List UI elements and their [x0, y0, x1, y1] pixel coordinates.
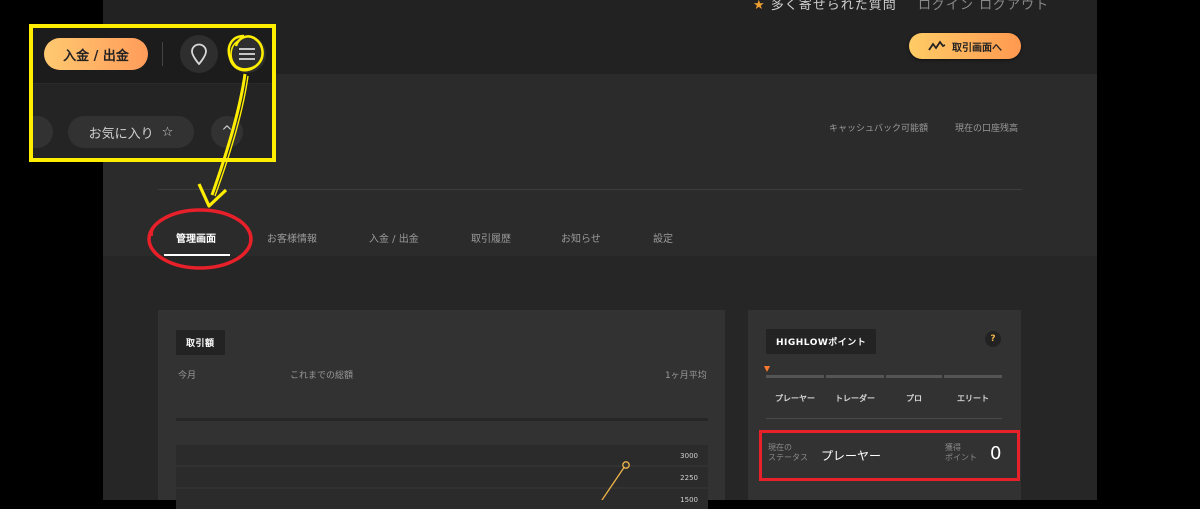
trade-chart-icon [928, 40, 946, 51]
location-pin-icon [191, 43, 207, 65]
hamburger-menu-button[interactable] [228, 35, 266, 73]
tab-settings[interactable]: 設定 [653, 230, 673, 245]
chevron-up-icon[interactable]: ^ [211, 116, 243, 148]
points-divider [766, 418, 1002, 419]
progress-marker [764, 366, 770, 372]
balance-label: 現在の口座残高 [955, 124, 1019, 134]
level-bar [826, 375, 884, 378]
notice-star-icon: ★ [753, 0, 766, 13]
header-separator [162, 42, 163, 66]
trade-screen-label: 取引画面へ [952, 42, 1002, 54]
divider [158, 189, 1022, 190]
star-icon: ☆ [161, 124, 174, 140]
tab-customer-info[interactable]: お客様情報 [267, 230, 317, 245]
level-label-elite: エリート [957, 394, 989, 403]
favorites-button[interactable]: お気に入り ☆ [68, 116, 194, 148]
status-highlight-box [759, 430, 1020, 481]
level-bar [944, 375, 1002, 378]
top-notice[interactable]: ★ 多く寄せられた質問 ログイン ログアウト [753, 0, 1049, 13]
cashback-label: キャッシュバック可能額 [829, 124, 929, 134]
chart-point[interactable] [622, 461, 630, 469]
favorites-label: お気に入り [88, 126, 154, 142]
trade-amount-panel: 取引額 今月 これまでの総額 1ヶ月平均 3000 2250 1500 [158, 310, 725, 509]
tab-trade-history[interactable]: 取引履歴 [471, 230, 511, 245]
login-links[interactable]: ログイン ログアウト [918, 0, 1049, 13]
level-bar [766, 375, 824, 378]
trade-screen-button[interactable]: 取引画面へ [909, 33, 1021, 59]
top-strip: ★ 多く寄せられた質問 ログイン ログアウト [103, 0, 1097, 16]
highlow-points-tag: HIGHLOWポイント [766, 329, 877, 354]
level-label-pro: プロ [906, 394, 922, 403]
help-icon[interactable]: ? [985, 331, 1001, 347]
account-tabs: 管理画面 お客様情報 入金 / 出金 取引履歴 お知らせ 設定 [158, 218, 1022, 256]
mobile-header-inset: 入金 / 出金 お気に入り ☆ ^ [29, 24, 276, 162]
tab-dashboard[interactable]: 管理画面 [176, 230, 216, 245]
chart-line [601, 465, 626, 500]
level-bar [886, 375, 942, 378]
level-label-trader: トレーダー [835, 394, 875, 403]
tab-deposit-withdraw[interactable]: 入金 / 出金 [369, 230, 419, 245]
level-label-player: プレーヤー [775, 394, 815, 403]
tab-notices[interactable]: お知らせ [561, 230, 601, 245]
notice-text: 多く寄せられた質問 [770, 0, 897, 13]
deposit-withdraw-button[interactable]: 入金 / 出金 [44, 38, 148, 70]
location-pin-button[interactable] [180, 35, 218, 73]
trade-chart [601, 461, 630, 500]
hamburger-menu-icon [239, 48, 255, 60]
